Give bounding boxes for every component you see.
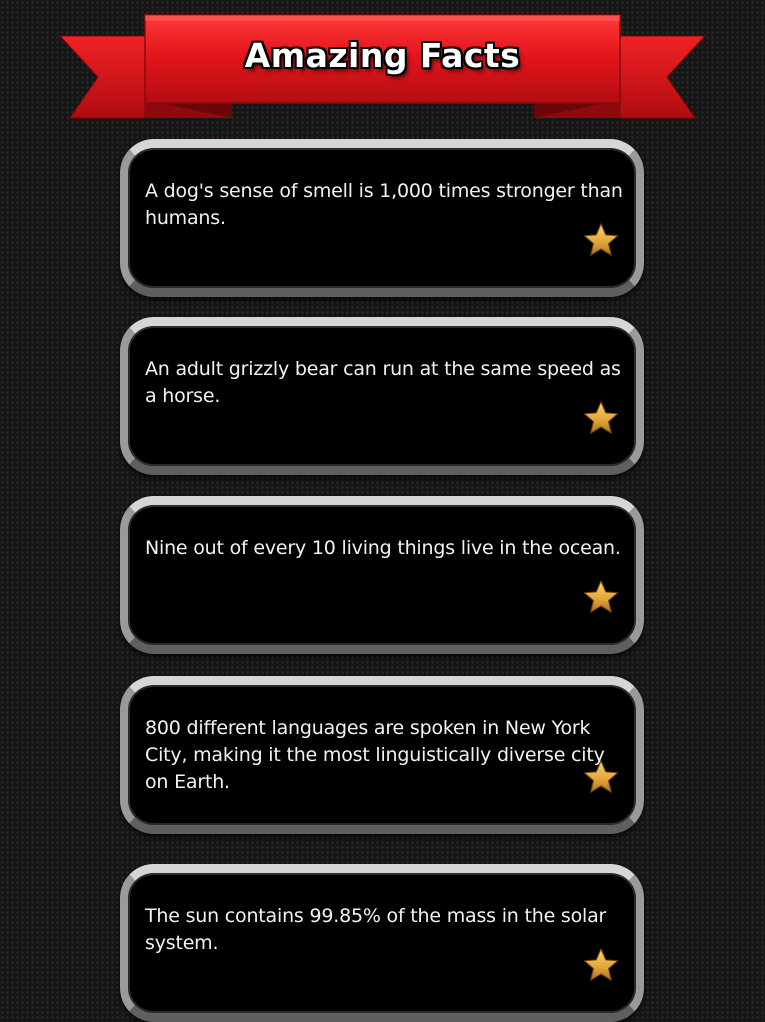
star-icon[interactable]: [583, 222, 619, 258]
fact-card[interactable]: The sun contains 99.85% of the mass in t…: [120, 864, 644, 1022]
fact-card[interactable]: An adult grizzly bear can run at the sam…: [120, 317, 644, 475]
star-icon[interactable]: [583, 400, 619, 436]
fact-text: The sun contains 99.85% of the mass in t…: [145, 905, 607, 954]
fact-card[interactable]: A dog's sense of smell is 1,000 times st…: [120, 139, 644, 297]
star-icon[interactable]: [583, 759, 619, 795]
fact-card[interactable]: Nine out of every 10 living things live …: [120, 496, 644, 654]
star-icon[interactable]: [583, 579, 619, 615]
star-icon[interactable]: [583, 947, 619, 983]
fact-text: A dog's sense of smell is 1,000 times st…: [145, 180, 623, 229]
fact-card[interactable]: 800 different languages are spoken in Ne…: [120, 676, 644, 834]
fact-text: 800 different languages are spoken in Ne…: [145, 717, 605, 793]
fact-text: Nine out of every 10 living things live …: [145, 537, 621, 559]
fact-text: An adult grizzly bear can run at the sam…: [145, 358, 621, 407]
facts-list: A dog's sense of smell is 1,000 times st…: [0, 0, 765, 1022]
